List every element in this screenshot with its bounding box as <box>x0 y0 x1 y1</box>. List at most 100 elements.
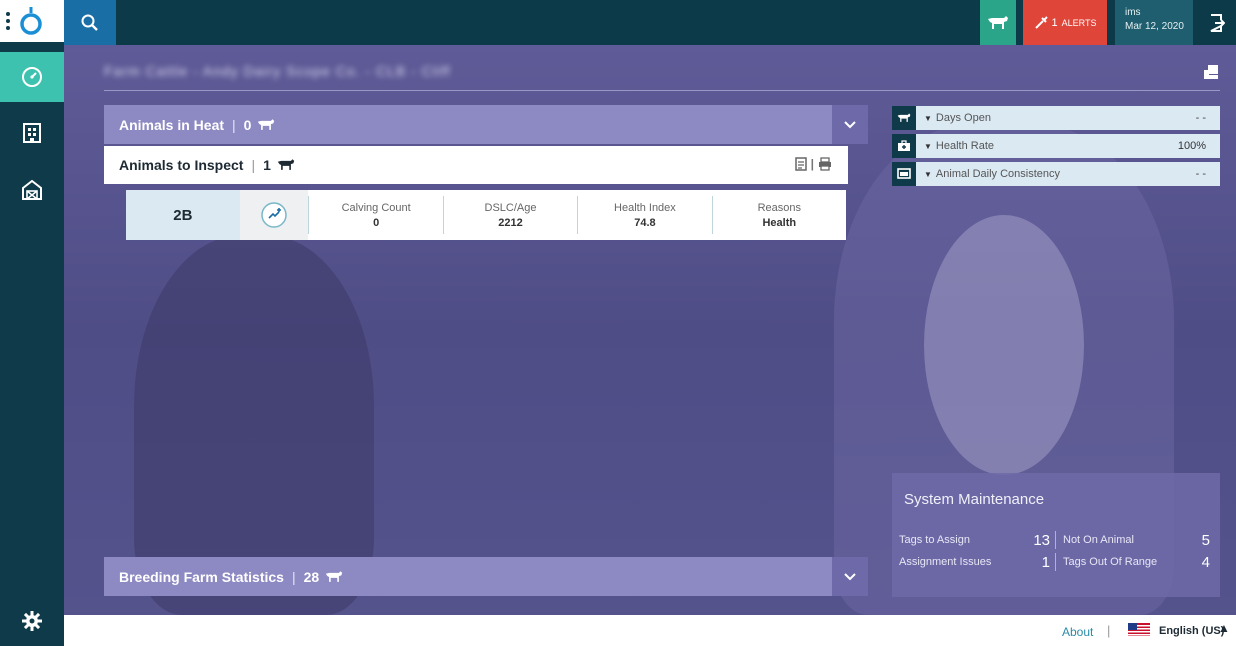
main-content: Farm Cattle - Andy Dairy Scope Co. - CLB… <box>64 45 1236 615</box>
stat-value: 0 <box>373 216 380 229</box>
chevron-up-icon[interactable]: ▲ <box>1218 621 1230 635</box>
widget-label: Days Open <box>935 112 991 124</box>
menu-icon[interactable] <box>6 12 10 30</box>
gear-icon <box>22 611 42 631</box>
gauge-icon <box>22 67 42 87</box>
dashboard-nav-button[interactable] <box>0 52 64 102</box>
cow-icon <box>892 106 916 130</box>
maintenance-row: Assignment Issues 1 Tags Out Of Range 4 <box>892 551 1220 573</box>
widget-label: Health Rate <box>935 140 995 152</box>
animals-in-heat-panel[interactable]: Animals in Heat | 0 <box>104 105 868 144</box>
cow-icon <box>325 570 343 582</box>
toolbar-separator: | <box>810 157 814 171</box>
health-index-cell: Health Index 74.8 <box>577 196 711 234</box>
animals-to-inspect-panel[interactable]: Animals to Inspect | 1 | <box>104 146 848 184</box>
maintenance-title: System Maintenance <box>904 491 1045 508</box>
first-aid-icon <box>892 134 916 158</box>
background-image-highlight <box>924 215 1084 475</box>
breeding-farm-statistics-panel[interactable]: Breeding Farm Statistics | 28 <box>104 557 868 596</box>
cow-icon <box>277 159 295 170</box>
logout-button[interactable] <box>1197 0 1236 45</box>
logo-area <box>0 0 64 42</box>
layout-toggle-button[interactable] <box>1204 65 1218 84</box>
left-sidebar <box>0 0 64 646</box>
maintenance-label: Assignment Issues <box>899 556 992 568</box>
widget-value: 100% <box>1177 140 1206 152</box>
widget-value: - - <box>1195 112 1206 124</box>
maintenance-value[interactable]: 13 <box>1020 532 1050 549</box>
alerts-button[interactable]: 1 ALERTS <box>1023 0 1107 45</box>
maintenance-value[interactable]: 1 <box>1020 554 1050 571</box>
building-icon <box>23 123 41 143</box>
header-divider <box>104 90 1220 91</box>
maintenance-value[interactable]: 5 <box>1202 532 1210 549</box>
current-date: Mar 12, 2020 <box>1125 21 1184 32</box>
barn-nav-button[interactable] <box>0 165 64 215</box>
panel-separator: | <box>232 116 236 133</box>
cow-icon <box>258 118 275 130</box>
reasons-cell: Reasons Health <box>711 196 846 234</box>
caret-down-icon: ▼ <box>924 169 932 179</box>
panel-count: 28 <box>303 568 320 585</box>
alerts-label: ALERTS <box>1061 17 1097 28</box>
panel-separator: | <box>251 157 256 173</box>
maintenance-label: Not On Animal <box>1063 534 1134 546</box>
cow-icon <box>988 15 1008 29</box>
top-bar: 1 ALERTS ims Mar 12, 2020 <box>64 0 1236 45</box>
language-selector[interactable]: English (US) <box>1159 625 1224 637</box>
barn-icon <box>22 179 42 200</box>
chevron-down-icon <box>844 572 856 580</box>
calving-count-cell: Calving Count 0 <box>308 196 442 234</box>
maintenance-value[interactable]: 4 <box>1202 554 1210 571</box>
panel-count: 1 <box>263 157 271 173</box>
alerts-count: 1 <box>1051 16 1058 29</box>
logout-icon <box>1210 13 1225 32</box>
maintenance-row: Tags to Assign 13 Not On Animal 5 <box>892 529 1220 551</box>
panel-title: Breeding Farm Statistics <box>119 568 284 585</box>
widget-label: Animal Daily Consistency <box>935 168 1061 180</box>
panel-separator: | <box>291 568 296 585</box>
stat-value: 2212 <box>498 216 523 229</box>
animal-id[interactable]: 2B <box>126 190 240 240</box>
us-flag-icon <box>1128 623 1150 636</box>
dslc-age-cell: DSLC/Age 2212 <box>442 196 577 234</box>
footer-separator: | <box>1107 623 1111 638</box>
expand-button[interactable] <box>832 105 868 144</box>
expand-button[interactable] <box>832 557 868 596</box>
health-rate-widget[interactable]: ▼ Health Rate 100% <box>892 134 1220 158</box>
user-info[interactable]: ims Mar 12, 2020 <box>1115 0 1193 45</box>
report-icon[interactable] <box>794 157 807 171</box>
maintenance-divider <box>1055 553 1056 571</box>
days-open-widget[interactable]: ▼ Days Open - - <box>892 106 1220 130</box>
animal-row[interactable]: 2B Calving Count 0 DSLC/Age 2212 Health … <box>126 190 846 240</box>
monitor-icon <box>892 162 916 186</box>
print-icon[interactable] <box>818 157 832 171</box>
stat-value: 74.8 <box>634 216 656 229</box>
panel-count: 0 <box>243 116 252 133</box>
health-add-icon[interactable] <box>260 201 288 229</box>
stat-label: Health Index <box>614 201 676 214</box>
about-link[interactable]: About <box>1062 625 1093 639</box>
animals-button[interactable] <box>980 0 1016 45</box>
settings-button[interactable] <box>0 596 64 646</box>
panel-title: Animals to Inspect <box>119 157 244 173</box>
animal-daily-consistency-widget[interactable]: ▼ Animal Daily Consistency - - <box>892 162 1220 186</box>
layout-icon <box>1204 65 1218 79</box>
animal-status-cell <box>239 190 309 240</box>
maintenance-label: Tags to Assign <box>899 534 970 546</box>
panel-title: Animals in Heat <box>119 116 225 133</box>
caret-down-icon: ▼ <box>924 141 932 151</box>
chevron-down-icon <box>844 120 856 128</box>
caret-down-icon: ▼ <box>924 113 932 123</box>
search-icon <box>81 14 98 31</box>
stat-label: DSLC/Age <box>484 201 537 214</box>
search-button[interactable] <box>64 0 116 45</box>
widget-value: - - <box>1195 168 1206 180</box>
reports-nav-button[interactable] <box>0 108 64 158</box>
inspect-toolbar: | <box>794 157 832 171</box>
system-maintenance-panel: System Maintenance Tags to Assign 13 Not… <box>892 473 1220 597</box>
maintenance-divider <box>1055 531 1056 549</box>
stat-label: Calving Count <box>341 201 411 214</box>
app-logo-icon <box>20 7 42 35</box>
maintenance-label: Tags Out Of Range <box>1063 556 1158 568</box>
